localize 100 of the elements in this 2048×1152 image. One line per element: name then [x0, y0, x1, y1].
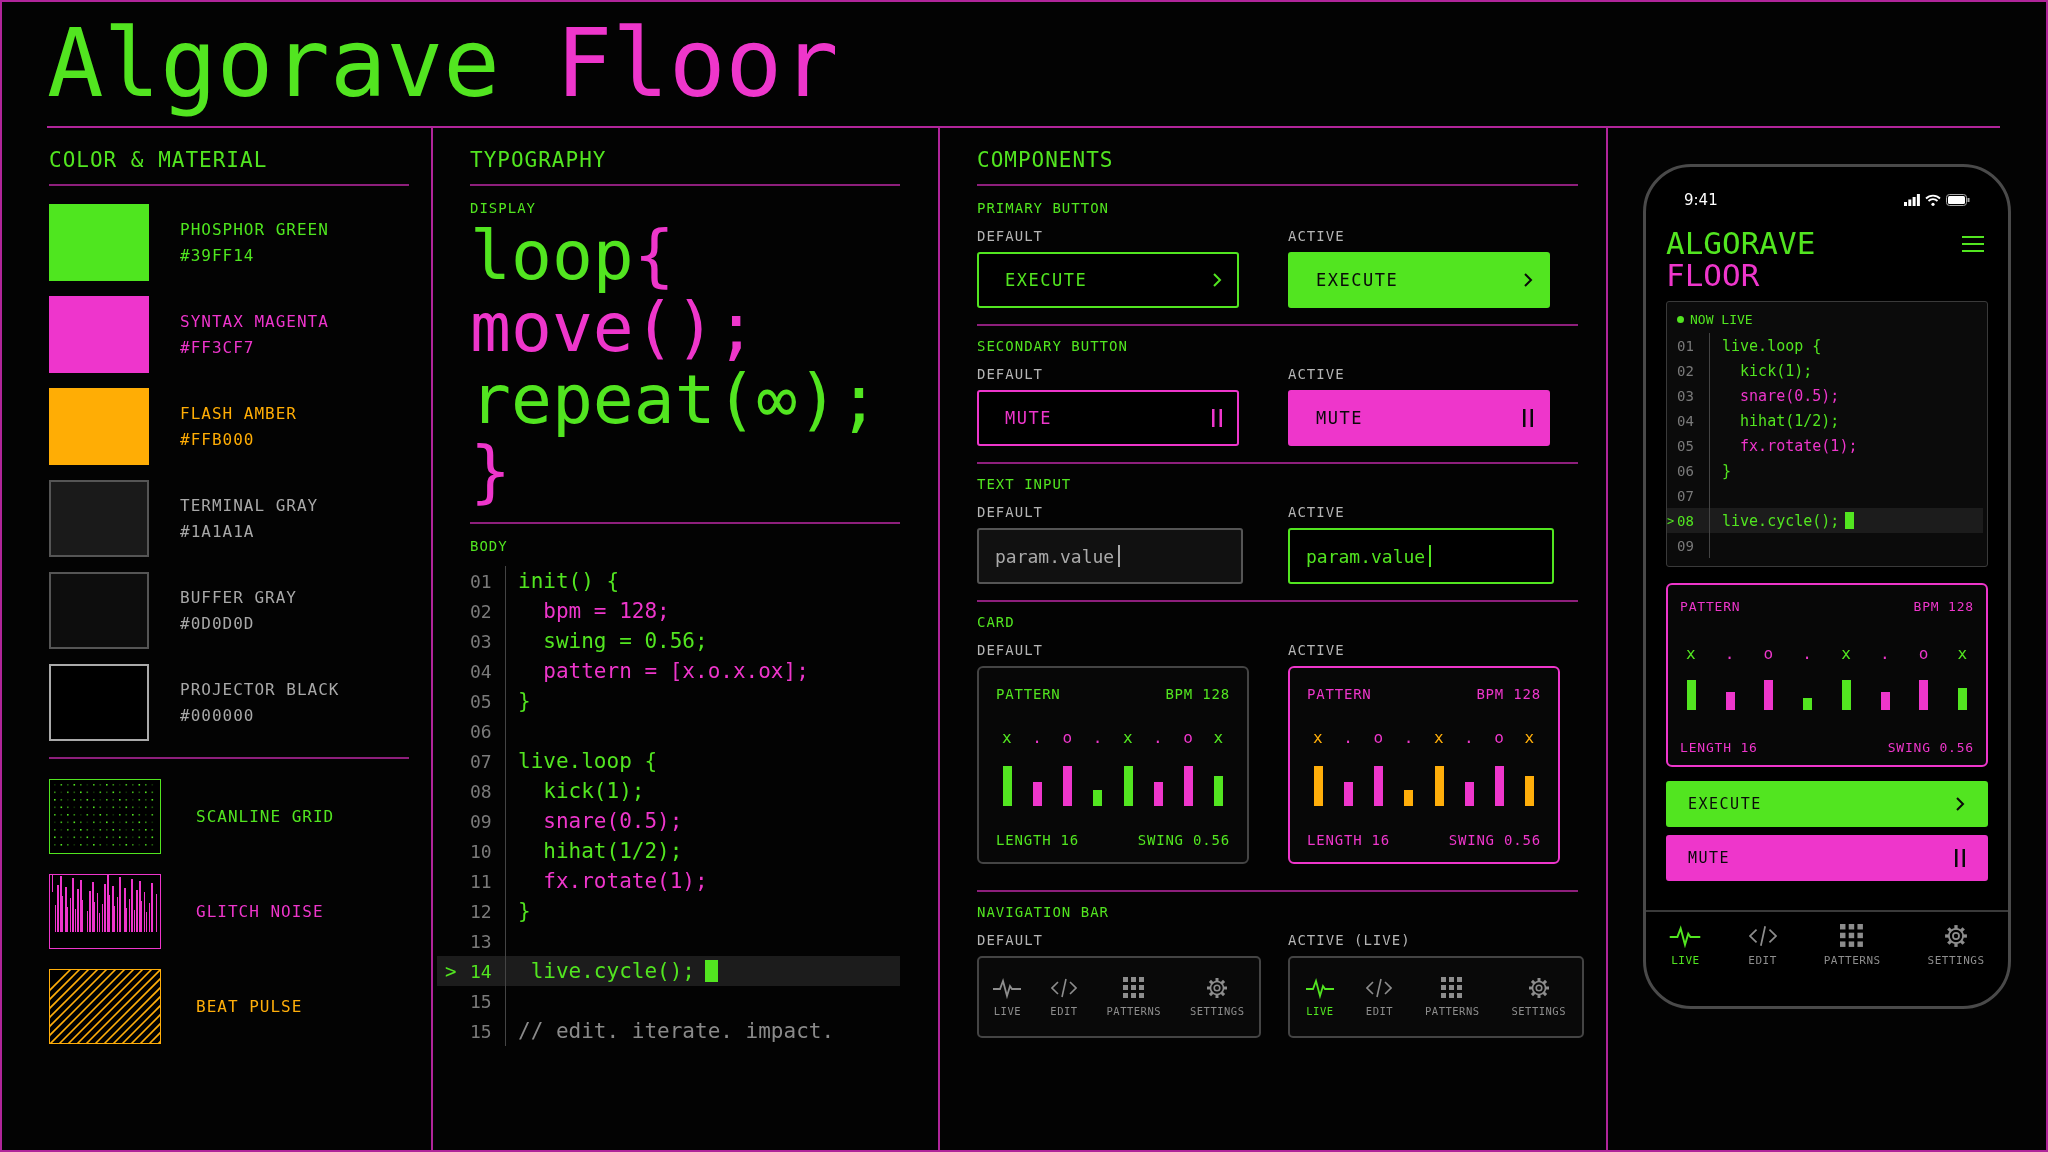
line-number: 08: [1677, 512, 1695, 529]
text-input-field[interactable]: param.value: [1288, 528, 1554, 584]
step-symbol: o: [1373, 728, 1384, 747]
section-label: NAVIGATION BAR: [977, 904, 1110, 920]
section-heading: COLOR & MATERIAL: [49, 128, 409, 186]
display-line: move();: [470, 292, 758, 364]
line-number: 03: [1677, 387, 1695, 404]
chevron-right-icon: [1954, 796, 1966, 812]
section-label: TEXT INPUT: [977, 476, 1073, 492]
material-name: GLITCH NOISE: [196, 902, 324, 921]
step-symbol: x: [1313, 728, 1324, 747]
code-text: }: [518, 689, 531, 713]
step-bar: [1958, 687, 1968, 710]
nav-tab[interactable]: LIVE: [1303, 975, 1336, 1019]
settings-icon: [1944, 924, 1969, 948]
step-bar: [1764, 680, 1774, 710]
step-bar: [1093, 790, 1103, 806]
hex-code: #0D0D0D: [180, 612, 256, 635]
length-label: LENGTH 16: [1307, 832, 1391, 848]
step-symbol: x: [1122, 728, 1134, 747]
line-number: 09: [470, 810, 493, 832]
code-text: fx.rotate(1);: [1739, 436, 1858, 455]
step-bar: [1002, 766, 1012, 806]
code-text: bpm = 128;: [542, 599, 670, 623]
code-text: hihat(1/2);: [1739, 411, 1840, 430]
live-dot-icon: [1677, 316, 1684, 323]
line-number: 07: [1677, 487, 1695, 504]
code-text: hihat(1/2);: [542, 839, 683, 863]
swatch-name: FLASH AMBER: [180, 402, 297, 425]
status-time: 9:41: [1684, 191, 1718, 209]
step-bar: [1841, 680, 1851, 710]
pause-icon: [1954, 849, 1966, 867]
line-number: 06: [1677, 462, 1695, 479]
code-text: }: [518, 899, 531, 923]
nav-tab[interactable]: PATTERNS: [1821, 922, 1883, 969]
code-text: live.cycle();: [1722, 511, 1840, 530]
execute-button[interactable]: EXECUTE: [1288, 252, 1550, 308]
hex-code: #000000: [180, 704, 256, 727]
nav-tab[interactable]: PATTERNS: [1423, 975, 1482, 1019]
code-text: fx.rotate(1);: [542, 869, 708, 893]
code-icon: [1748, 924, 1777, 948]
swing-label: SWING 0.56: [1448, 832, 1541, 848]
nav-tab[interactable]: EDIT: [1363, 975, 1396, 1019]
line-number: 08: [470, 780, 493, 802]
swatch-name: PROJECTOR BLACK: [180, 678, 340, 701]
nav-tab[interactable]: PATTERNS: [1104, 975, 1164, 1019]
section-heading: TYPOGRAPHY: [470, 128, 900, 186]
mute-button[interactable]: MUTE: [1666, 835, 1988, 881]
execute-button[interactable]: EXECUTE: [977, 252, 1239, 308]
text-input-field[interactable]: param.value: [977, 528, 1243, 584]
mute-button[interactable]: MUTE: [977, 390, 1239, 446]
line-marker: >: [445, 960, 457, 982]
step-bar: [1919, 680, 1929, 710]
line-number: 01: [470, 570, 493, 592]
line-number: 04: [1677, 412, 1695, 429]
step-bar: [1123, 766, 1133, 806]
line-number: 06: [470, 720, 493, 742]
wifi-icon: [1925, 194, 1941, 206]
pulse-icon: [993, 977, 1022, 999]
code-text: }: [1722, 461, 1732, 480]
line-number: 09: [1677, 537, 1695, 554]
card-title: PATTERN: [1680, 599, 1741, 614]
step-bar: [1184, 766, 1194, 806]
menu-icon[interactable]: [1962, 235, 1984, 253]
state-label: DEFAULT: [977, 366, 1044, 382]
pause-icon: [1522, 409, 1534, 427]
step-symbol: o: [1183, 728, 1194, 747]
step-bar: [1803, 698, 1813, 710]
text-cursor: [705, 960, 718, 982]
step-symbol: .: [1724, 644, 1736, 663]
nav-tab[interactable]: SETTINGS: [1187, 975, 1247, 1019]
live-status: NOW LIVE: [1690, 312, 1753, 327]
step-bar: [1725, 692, 1735, 710]
display-line: repeat(∞);: [470, 364, 881, 436]
swatch-name: SYNTAX MAGENTA: [180, 310, 329, 333]
mute-button[interactable]: MUTE: [1288, 390, 1550, 446]
state-label: DEFAULT: [977, 642, 1044, 658]
line-number: 14: [470, 960, 493, 982]
line-number: 03: [470, 630, 493, 652]
step-symbol: .: [1343, 728, 1354, 747]
swatch-name: TERMINAL GRAY: [180, 494, 319, 517]
execute-button[interactable]: EXECUTE: [1666, 781, 1988, 827]
pulse-icon: [1669, 924, 1702, 948]
pulse-icon: [1305, 977, 1334, 999]
nav-tab[interactable]: EDIT: [1048, 975, 1080, 1019]
code-text: init() {: [518, 569, 620, 593]
line-number: 10: [470, 840, 493, 862]
nav-tab[interactable]: EDIT: [1746, 922, 1779, 969]
nav-tab[interactable]: LIVE: [991, 975, 1024, 1019]
step-bar: [1525, 776, 1535, 806]
swatch-name: PHOSPHOR GREEN: [180, 218, 329, 241]
battery-icon: [1946, 194, 1970, 206]
nav-tab[interactable]: SETTINGS: [1509, 975, 1568, 1019]
step-symbol: o: [1494, 728, 1505, 747]
nav-tab[interactable]: LIVE: [1667, 922, 1704, 969]
step-symbol: .: [1153, 728, 1164, 747]
section-label: BODY: [470, 538, 509, 554]
bpm-label: BPM 128: [1165, 686, 1230, 702]
step-symbol: o: [1918, 644, 1930, 663]
nav-tab[interactable]: SETTINGS: [1925, 922, 1987, 969]
